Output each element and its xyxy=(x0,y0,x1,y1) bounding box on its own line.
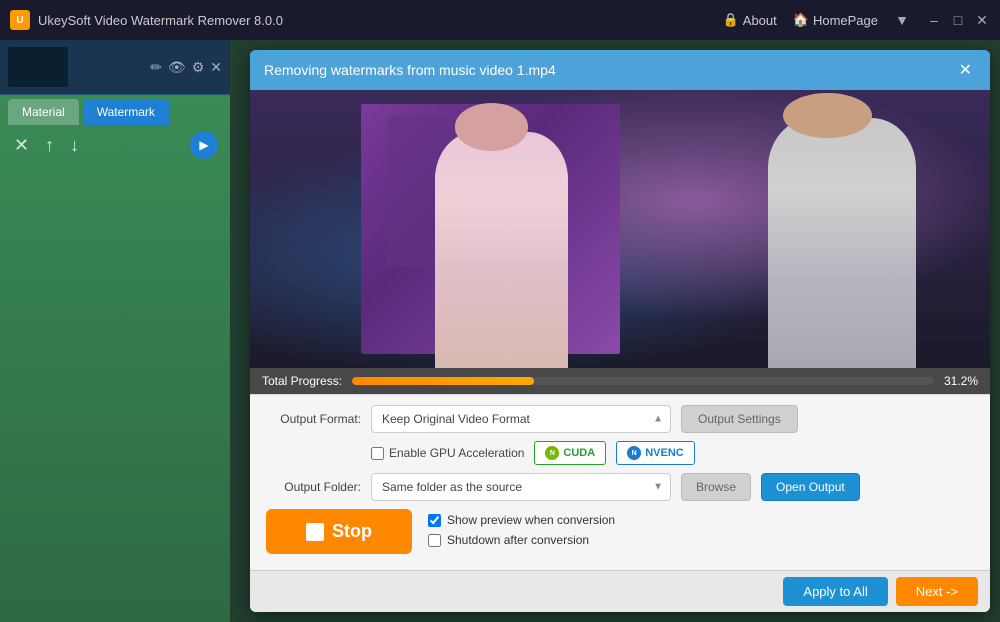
thumbnail-image xyxy=(8,47,68,87)
thumbnail-close-icon[interactable]: ✕ xyxy=(210,59,222,76)
sidebar: ✏ 👁 ⚙ ✕ Material Watermark ✕ ↑ ↓ ▶ xyxy=(0,40,230,622)
play-button[interactable]: ▶ xyxy=(190,131,218,159)
modal-title: Removing watermarks from music video 1.m… xyxy=(264,62,556,78)
lock-icon: 🔒 xyxy=(723,12,739,28)
progress-bar-area: Total Progress: 31.2% xyxy=(250,368,990,394)
control-panel: Output Format: Keep Original Video Forma… xyxy=(250,394,990,570)
output-format-select[interactable]: Keep Original Video Format xyxy=(371,405,671,433)
sidebar-tabs: Material Watermark xyxy=(0,95,230,125)
output-folder-select[interactable]: Same folder as the source xyxy=(371,473,671,501)
output-folder-label: Output Folder: xyxy=(266,480,361,494)
titlebar-dropdown-btn[interactable]: ▼ xyxy=(894,12,910,28)
modal-footer: Apply to All Next -> xyxy=(250,570,990,612)
stop-icon xyxy=(306,523,324,541)
output-format-dropdown-container: Keep Original Video Format ▲ xyxy=(371,405,671,433)
gpu-acceleration-checkbox[interactable] xyxy=(371,447,384,460)
homepage-link[interactable]: 🏠 HomePage xyxy=(793,12,878,28)
progress-percentage: 31.2% xyxy=(944,374,978,388)
tab-material[interactable]: Material xyxy=(8,99,79,125)
person1-head xyxy=(455,103,528,150)
modal-header: Removing watermarks from music video 1.m… xyxy=(250,50,990,90)
gpu-acceleration-row: Enable GPU Acceleration N CUDA N NVENC xyxy=(266,441,974,465)
cuda-button[interactable]: N CUDA xyxy=(534,441,606,465)
app-title: UkeySoft Video Watermark Remover 8.0.0 xyxy=(38,13,723,28)
titlebar-nav: 🔒 About 🏠 HomePage ▼ xyxy=(723,12,910,28)
about-link[interactable]: 🔒 About xyxy=(723,12,777,28)
gpu-section: Enable GPU Acceleration N CUDA N NVENC xyxy=(266,441,695,465)
output-settings-button[interactable]: Output Settings xyxy=(681,405,798,433)
open-output-button[interactable]: Open Output xyxy=(761,473,860,501)
minimize-button[interactable]: – xyxy=(926,12,942,28)
browse-button[interactable]: Browse xyxy=(681,473,751,501)
shutdown-checkbox[interactable] xyxy=(428,534,441,547)
stop-button[interactable]: Stop xyxy=(266,509,412,554)
nvenc-button[interactable]: N NVENC xyxy=(616,441,695,465)
home-icon: 🏠 xyxy=(793,12,809,28)
app-logo: U xyxy=(10,10,30,30)
main-container: ✏ 👁 ⚙ ✕ Material Watermark ✕ ↑ ↓ ▶ xyxy=(0,40,1000,622)
tab-watermark[interactable]: Watermark xyxy=(83,99,169,125)
progress-fill xyxy=(352,377,534,385)
sidebar-thumbnail: ✏ 👁 ⚙ ✕ xyxy=(0,40,230,95)
titlebar: U UkeySoft Video Watermark Remover 8.0.0… xyxy=(0,0,1000,40)
conversion-options: Show preview when conversion Shutdown af… xyxy=(428,509,974,547)
move-up-button[interactable]: ↑ xyxy=(43,133,56,158)
person1-silhouette xyxy=(435,132,568,368)
settings-icon[interactable]: ⚙ xyxy=(192,59,205,76)
video-preview xyxy=(250,90,990,368)
show-preview-option: Show preview when conversion xyxy=(428,513,974,527)
output-folder-dropdown-container: Same folder as the source ▼ xyxy=(371,473,671,501)
bottom-area: Stop Show preview when conversion Shutdo… xyxy=(266,509,974,560)
stop-button-area: Stop xyxy=(266,509,412,554)
conversion-dialog: Removing watermarks from music video 1.m… xyxy=(250,50,990,612)
edit-icon[interactable]: ✏ xyxy=(150,59,162,76)
thumbnail-icons: ✏ 👁 ⚙ ✕ xyxy=(150,59,222,76)
cuda-logo-icon: N xyxy=(545,446,559,460)
preview-icon[interactable]: 👁 xyxy=(168,59,186,76)
content-area: Removing watermarks from music video 1.m… xyxy=(230,40,1000,622)
move-down-button[interactable]: ↓ xyxy=(68,133,81,158)
shutdown-label[interactable]: Shutdown after conversion xyxy=(447,533,589,547)
sidebar-content: Material Watermark ✕ ↑ ↓ ▶ xyxy=(0,95,230,622)
output-folder-row: Output Folder: Same folder as the source… xyxy=(266,473,974,501)
gpu-acceleration-label[interactable]: Enable GPU Acceleration xyxy=(371,446,524,460)
video-preview-area xyxy=(250,90,990,368)
show-preview-checkbox[interactable] xyxy=(428,514,441,527)
show-preview-label[interactable]: Show preview when conversion xyxy=(447,513,615,527)
shutdown-option: Shutdown after conversion xyxy=(428,533,974,547)
output-format-row: Output Format: Keep Original Video Forma… xyxy=(266,405,974,433)
next-button[interactable]: Next -> xyxy=(896,577,978,606)
delete-button[interactable]: ✕ xyxy=(12,133,31,158)
maximize-button[interactable]: □ xyxy=(950,12,966,28)
output-format-label: Output Format: xyxy=(266,412,361,426)
close-button[interactable]: ✕ xyxy=(974,12,990,28)
modal-close-button[interactable]: ✕ xyxy=(955,60,976,80)
sidebar-toolbar: ✕ ↑ ↓ ▶ xyxy=(0,125,230,165)
nvenc-logo-icon: N xyxy=(627,446,641,460)
apply-to-all-button[interactable]: Apply to All xyxy=(783,577,887,606)
person2-head xyxy=(783,93,872,138)
progress-label: Total Progress: xyxy=(262,374,342,388)
progress-track xyxy=(352,377,934,385)
person2-silhouette xyxy=(768,118,916,368)
window-controls: – □ ✕ xyxy=(926,12,990,28)
